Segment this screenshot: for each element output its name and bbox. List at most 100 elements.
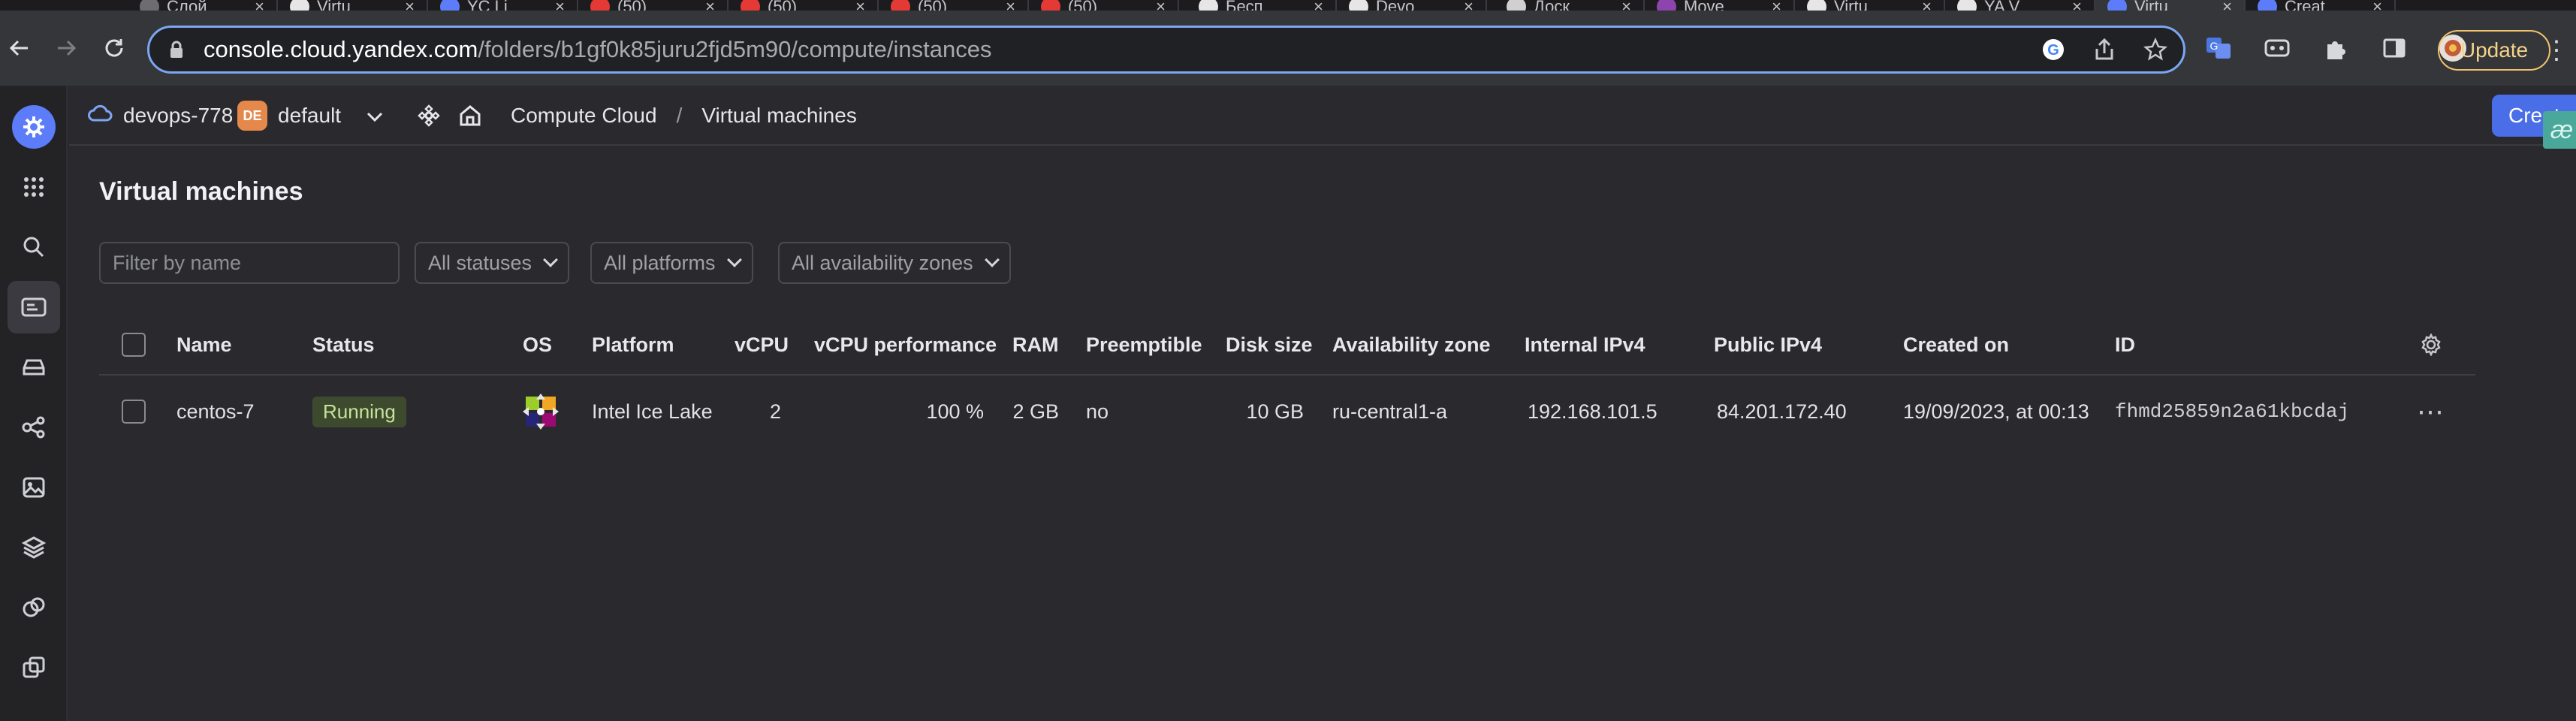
snapshots-icon[interactable]	[8, 581, 60, 634]
column-platform[interactable]: Platform	[592, 314, 674, 376]
tab-close-icon[interactable]: ×	[405, 0, 427, 11]
breadcrumb-compute-cloud[interactable]: Compute Cloud	[511, 104, 657, 128]
filter-by-name-input[interactable]: Filter by name	[99, 242, 400, 284]
google-icon[interactable]: G	[2041, 37, 2066, 62]
tab-close-icon[interactable]: ×	[1922, 0, 1944, 11]
tab-close-icon[interactable]: ×	[855, 0, 877, 11]
browser-toolbar: console.cloud.yandex.com/folders/b1gf0k8…	[0, 11, 2576, 86]
browser-tab[interactable]: (50) ×	[879, 0, 1029, 11]
tab-close-icon[interactable]: ×	[1156, 0, 1178, 11]
disks-icon[interactable]	[8, 341, 60, 394]
folder-name: default	[278, 104, 342, 127]
column-name[interactable]: Name	[176, 314, 232, 376]
row-actions-icon[interactable]: ⋯	[2417, 376, 2444, 448]
virtual-machines-icon[interactable]	[8, 281, 60, 333]
translate-icon[interactable]: G	[2200, 30, 2237, 66]
status-filter-select[interactable]: All statuses	[415, 242, 570, 284]
network-graph-icon[interactable]	[8, 401, 60, 454]
home-icon[interactable]	[458, 86, 482, 146]
tab-close-icon[interactable]: ×	[1314, 0, 1335, 11]
column-id[interactable]: ID	[2115, 314, 2135, 376]
side-panel-icon[interactable]	[2376, 30, 2412, 66]
vm-name-link[interactable]: centos-7	[176, 376, 255, 448]
ae-extension-badge[interactable]: æ	[2543, 111, 2576, 149]
row-checkbox[interactable]	[122, 376, 146, 448]
tab-title: (50)	[1068, 0, 1098, 11]
tab-close-icon[interactable]: ×	[1772, 0, 1793, 11]
zone-filter-select[interactable]: All availability zones	[778, 242, 1011, 284]
column-vcpu[interactable]: vCPU	[734, 314, 789, 376]
services-hub-icon[interactable]	[416, 86, 442, 146]
column-vcpu-performance[interactable]: vCPU performance	[814, 314, 997, 376]
tab-close-icon[interactable]: ×	[2222, 0, 2244, 11]
tab-close-icon[interactable]: ×	[1006, 0, 1027, 11]
search-icon[interactable]	[8, 221, 60, 273]
tab-close-icon[interactable]: ×	[2072, 0, 2094, 11]
tab-close-icon[interactable]: ×	[705, 0, 727, 11]
reader-glasses-icon[interactable]	[2259, 30, 2295, 66]
folder-selector[interactable]: DE default	[237, 86, 383, 146]
column-disk-size[interactable]: Disk size	[1226, 314, 1313, 376]
browser-tab[interactable]: YA V ×	[1945, 0, 2095, 11]
table-row[interactable]: centos-7 Running Intel Ice Lake 2 100 % …	[99, 376, 2475, 448]
column-created-on[interactable]: Created on	[1903, 314, 2009, 376]
column-preemptible[interactable]: Preemptible	[1086, 314, 1202, 376]
breadcrumb-current: Virtual machines	[701, 104, 857, 127]
browser-menu-icon[interactable]: ⋮	[2543, 30, 2570, 71]
internal-ip-cell[interactable]: 192.168.101.5	[1528, 376, 1658, 448]
tab-close-icon[interactable]: ×	[1464, 0, 1486, 11]
tab-title: (50)	[918, 0, 948, 11]
page-title: Virtual machines	[99, 177, 303, 206]
tab-favicon-icon	[140, 0, 159, 11]
tab-title: Creat	[2285, 0, 2325, 11]
column-os[interactable]: OS	[523, 314, 552, 376]
status-badge: Running	[312, 376, 406, 448]
disk-size-cell: 10 GB	[1246, 400, 1304, 423]
tab-close-icon[interactable]: ×	[555, 0, 577, 11]
browser-tab[interactable]: (50) ×	[1029, 0, 1179, 11]
share-icon[interactable]	[2092, 37, 2117, 62]
column-availability-zone[interactable]: Availability zone	[1332, 314, 1491, 376]
browser-tab[interactable]: Virtu ×	[2095, 0, 2246, 11]
column-ram[interactable]: RAM	[1012, 314, 1059, 376]
cloud-selector[interactable]: devops-778	[87, 86, 233, 146]
browser-tab[interactable]: Move ×	[1645, 0, 1795, 11]
forward-arrow-icon[interactable]	[47, 29, 86, 68]
layers-icon[interactable]	[8, 521, 60, 574]
tab-close-icon[interactable]: ×	[1621, 0, 1643, 11]
browser-tab[interactable]: Creat ×	[2246, 0, 2396, 11]
instance-groups-icon[interactable]	[8, 641, 60, 694]
browser-tab[interactable]: YC Li ×	[428, 0, 578, 11]
select-all-checkbox[interactable]	[122, 314, 146, 376]
browser-tab[interactable]: Слой ×	[128, 0, 278, 11]
images-icon[interactable]	[8, 461, 60, 514]
back-arrow-icon[interactable]	[0, 29, 39, 68]
table-settings-gear-icon[interactable]	[2420, 314, 2442, 376]
browser-tab[interactable]: Virtu ×	[1795, 0, 1945, 11]
bookmark-star-icon[interactable]	[2143, 37, 2168, 62]
platform-filter-select[interactable]: All platforms	[590, 242, 753, 284]
public-ip-cell[interactable]: 84.201.172.40	[1717, 376, 1847, 448]
id-cell[interactable]: fhmd25859n2a61kbcdaj	[2115, 376, 2349, 448]
address-bar[interactable]: console.cloud.yandex.com/folders/b1gf0k8…	[147, 26, 2185, 74]
browser-tab[interactable]: (50) ×	[578, 0, 728, 11]
browser-tab[interactable]: (50) ×	[728, 0, 879, 11]
tab-close-icon[interactable]: ×	[2372, 0, 2394, 11]
browser-tab[interactable]: Доск ×	[1495, 0, 1645, 11]
reload-icon[interactable]	[95, 29, 134, 68]
column-internal-ipv4[interactable]: Internal IPv4	[1525, 314, 1645, 376]
svg-text:G: G	[2047, 42, 2059, 59]
browser-tab[interactable]: Devo ×	[1337, 0, 1487, 11]
yandex-cloud-logo-icon[interactable]	[8, 101, 60, 153]
all-services-grid-icon[interactable]	[8, 161, 60, 213]
column-status[interactable]: Status	[312, 314, 375, 376]
column-public-ipv4[interactable]: Public IPv4	[1714, 314, 1822, 376]
platform-filter-value: All platforms	[604, 251, 716, 274]
update-button[interactable]: Update	[2438, 30, 2550, 71]
browser-tab[interactable]: Virtu ×	[278, 0, 428, 11]
browser-tab[interactable]: Бесп ×	[1187, 0, 1337, 11]
tab-close-icon[interactable]: ×	[255, 0, 276, 11]
extensions-puzzle-icon[interactable]	[2318, 30, 2354, 66]
tab-favicon-icon	[891, 0, 910, 11]
vm-table-header: Name Status OS Platform vCPU vCPU perfor…	[99, 314, 2475, 376]
